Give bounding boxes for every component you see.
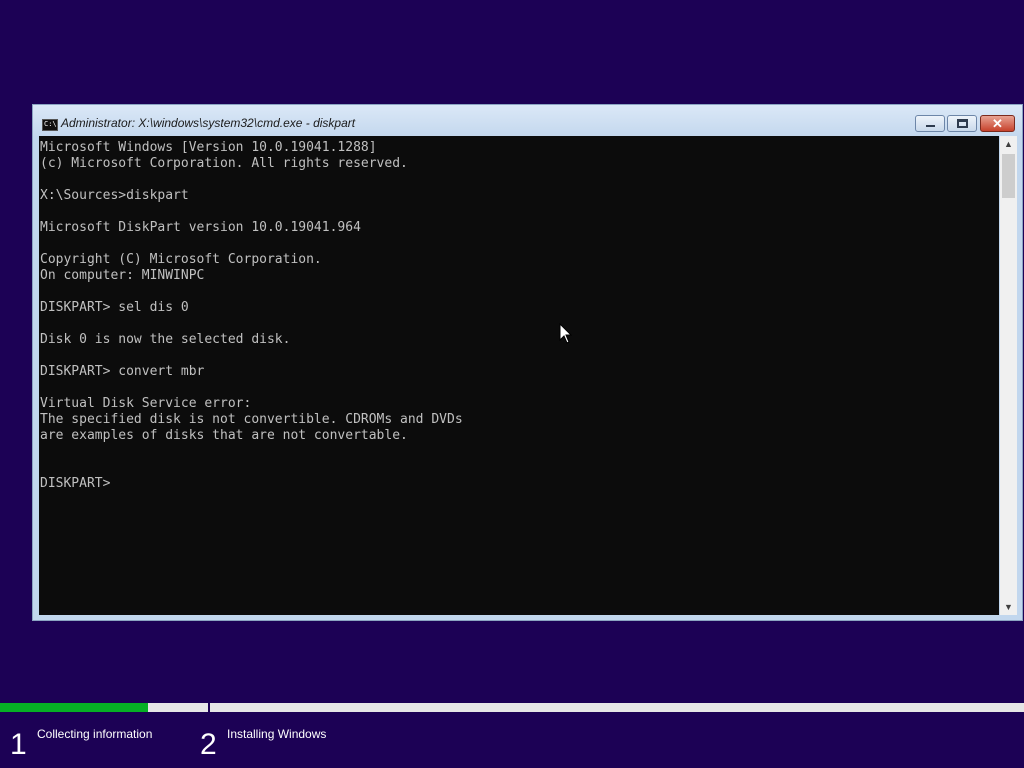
console-line: (c) Microsoft Corporation. All rights re…: [40, 156, 408, 171]
step-1-number: 1: [10, 728, 27, 761]
scroll-thumb[interactable]: [1002, 154, 1015, 198]
minimize-button[interactable]: [915, 115, 945, 132]
maximize-icon: [957, 119, 968, 128]
cmd-icon[interactable]: C:\: [42, 119, 58, 131]
console-line: Microsoft DiskPart version 10.0.19041.96…: [40, 220, 361, 235]
console-line: DISKPART> sel dis 0: [40, 300, 189, 315]
progress-divider: [208, 703, 210, 714]
console-line: DISKPART> convert mbr: [40, 364, 205, 379]
cmd-window[interactable]: C:\ Administrator: X:\windows\system32\c…: [32, 104, 1023, 621]
console-line: On computer: MINWINPC: [40, 268, 205, 283]
maximize-button[interactable]: [947, 115, 977, 132]
title-bar[interactable]: C:\ Administrator: X:\windows\system32\c…: [33, 105, 1022, 136]
console-line: Disk 0 is now the selected disk.: [40, 332, 291, 347]
mouse-cursor-icon: [559, 323, 573, 344]
console-line: Microsoft Windows [Version 10.0.19041.12…: [40, 140, 377, 155]
console-line: Copyright (C) Microsoft Corporation.: [40, 252, 322, 267]
cmd-icon-text: C:\: [44, 120, 57, 128]
close-icon: ✕: [992, 116, 1003, 131]
console-line: The specified disk is not convertible. C…: [40, 412, 463, 427]
setup-progress-bar: [0, 703, 1024, 712]
scroll-up-icon[interactable]: ▲: [1000, 136, 1017, 152]
step-2-label: Installing Windows: [227, 727, 327, 741]
close-button[interactable]: ✕: [980, 115, 1015, 132]
window-title: Administrator: X:\windows\system32\cmd.e…: [61, 116, 356, 130]
step-2-number: 2: [200, 728, 217, 761]
console-line: DISKPART>: [40, 476, 119, 491]
vertical-scrollbar[interactable]: ▲ ▼: [1000, 136, 1017, 615]
step-1-label: Collecting information: [37, 727, 153, 741]
console-line: X:\Sources>diskpart: [40, 188, 189, 203]
console-line: are examples of disks that are not conve…: [40, 428, 408, 443]
console-output[interactable]: Microsoft Windows [Version 10.0.19041.12…: [39, 136, 999, 615]
scroll-down-icon[interactable]: ▼: [1000, 599, 1017, 615]
progress-fill: [0, 703, 148, 712]
minimize-icon: [926, 125, 935, 127]
console-line: Virtual Disk Service error:: [40, 396, 252, 411]
